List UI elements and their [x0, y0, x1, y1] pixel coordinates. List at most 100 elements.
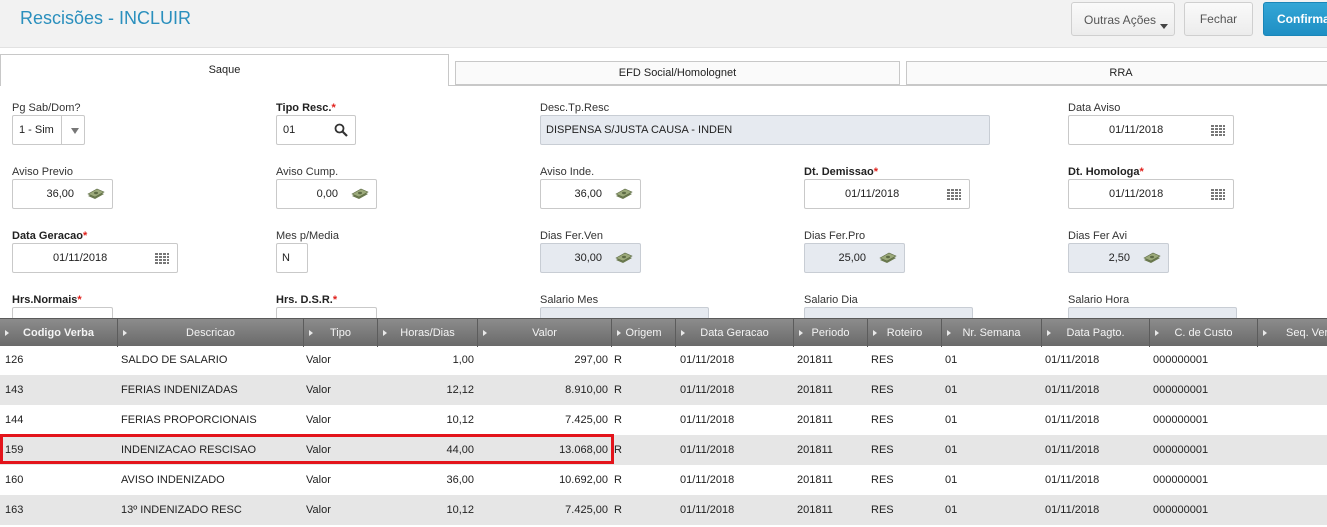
search-icon[interactable] — [334, 123, 348, 137]
tab-rra[interactable]: RRA — [906, 61, 1327, 85]
aviso-previo-value: 36,00 — [46, 188, 74, 200]
cell-data-pagto: 01/11/2018 — [1045, 444, 1100, 456]
money-icon — [615, 252, 633, 263]
table-row[interactable]: 144 FERIAS PROPORCIONAIS Valor 10,12 7.425,0… — [0, 405, 1327, 435]
required-marker: * — [82, 230, 88, 242]
col-header-seq-verba[interactable]: Seq. Verba — [1258, 319, 1327, 347]
cell-data-pagto: 01/11/2018 — [1045, 474, 1100, 486]
dias-fer-pro-field: 25,00 — [804, 243, 905, 273]
hrs-dsr-label-text: Hrs. D.S.R. — [276, 294, 333, 306]
confirmar-button[interactable]: Confirmar — [1263, 2, 1327, 36]
cell-data-pagto: 01/11/2018 — [1045, 384, 1100, 396]
dias-fer-ven-label: Dias Fer.Ven — [540, 230, 603, 242]
dias-fer-pro-value: 25,00 — [838, 252, 866, 264]
cell-horas-dias: 36,00 — [446, 474, 474, 486]
sort-arrow-icon — [1263, 330, 1267, 336]
cell-valor: 7.425,00 — [565, 504, 608, 516]
cell-nr-semana: 01 — [945, 354, 958, 366]
aviso-inde-input[interactable]: 36,00 — [540, 179, 641, 209]
cell-data-pagto: 01/11/2018 — [1045, 414, 1100, 426]
money-icon — [87, 188, 105, 199]
col-header-data-pagto[interactable]: Data Pagto. — [1042, 319, 1150, 347]
cell-origem: R — [614, 444, 622, 456]
aviso-cump-label: Aviso Cump. — [276, 166, 339, 178]
cell-nr-semana: 01 — [945, 504, 958, 516]
dt-demissao-input[interactable]: 01/11/2018 — [804, 179, 970, 209]
cell-nr-semana: 01 — [945, 474, 958, 486]
tipo-resc-input[interactable]: 01 — [276, 115, 356, 145]
tab-efd-social[interactable]: EFD Social/Homolognet — [455, 61, 900, 85]
cell-c-de-custo: 000000001 — [1153, 384, 1209, 396]
cell-periodo: 201811 — [797, 504, 833, 516]
dt-homologa-value: 01/11/2018 — [1109, 188, 1164, 200]
cell-data-pagto: 01/11/2018 — [1045, 504, 1100, 516]
fechar-button[interactable]: Fechar — [1184, 2, 1253, 36]
col-header-horas-dias[interactable]: Horas/Dias — [378, 319, 478, 347]
cell-roteiro: RES — [871, 384, 894, 396]
col-header-origem[interactable]: Origem — [612, 319, 676, 347]
aviso-previo-input[interactable]: 36,00 — [12, 179, 113, 209]
col-header-label: Nr. Semana — [962, 327, 1021, 339]
dt-demissao-label: Dt. Demissao* — [804, 166, 878, 178]
dias-fer-pro-label: Dias Fer.Pro — [804, 230, 866, 242]
data-aviso-input[interactable]: 01/11/2018 — [1068, 115, 1234, 145]
outras-acoes-button[interactable]: Outras Ações — [1071, 2, 1175, 36]
money-icon — [879, 252, 897, 263]
aviso-cump-input[interactable]: 0,00 — [276, 179, 377, 209]
mes-p-media-input[interactable]: N — [276, 243, 308, 273]
col-header-nr-semana[interactable]: Nr. Semana — [942, 319, 1042, 347]
money-icon — [1143, 252, 1161, 263]
table-row[interactable]: 163 13º INDENIZADO RESC Valor 10,12 7.425,00… — [0, 495, 1327, 525]
required-marker: * — [1139, 166, 1144, 178]
col-header-c-de-custo[interactable]: C. de Custo — [1150, 319, 1258, 347]
dt-demissao-value: 01/11/2018 — [845, 188, 900, 200]
col-header-label: Periodo — [811, 327, 850, 339]
col-header-label: Tipo — [330, 327, 351, 339]
grid-header: Codigo Verba Descricao Tipo Horas/Dias V… — [0, 318, 1327, 347]
cell-codigo-verba: 143 — [5, 384, 24, 396]
data-geracao-input[interactable]: 01/11/2018 — [12, 243, 178, 273]
cell-data-geracao: 01/11/2018 — [680, 474, 735, 486]
col-header-codigo-verba[interactable]: Codigo Verba — [0, 319, 118, 347]
table-row[interactable]: 143 FERIAS INDENIZADAS Valor 12,12 8.910,00 R… — [0, 375, 1327, 405]
cell-valor: 10.692,00 — [559, 474, 608, 486]
mes-p-media-value: N — [282, 252, 290, 264]
cell-periodo: 201811 — [797, 384, 833, 396]
dt-homologa-input[interactable]: 01/11/2018 — [1068, 179, 1234, 209]
aviso-inde-label: Aviso Inde. — [540, 166, 595, 178]
header-bar: Rescisões - INCLUIR Outras Ações Fechar … — [0, 0, 1327, 48]
col-header-tipo[interactable]: Tipo — [304, 319, 378, 347]
col-header-label: Data Pagto. — [1066, 327, 1125, 339]
tab-saque[interactable]: Saque — [0, 54, 449, 86]
cell-horas-dias: 1,00 — [452, 354, 474, 366]
col-header-label: Valor — [532, 327, 557, 339]
calendar-icon[interactable] — [1211, 125, 1225, 137]
col-header-data-geracao[interactable]: Data Geracao — [676, 319, 794, 347]
col-header-descricao[interactable]: Descricao — [118, 319, 304, 347]
cell-codigo-verba: 163 — [5, 504, 24, 516]
calendar-icon[interactable] — [1211, 189, 1225, 201]
data-aviso-label: Data Aviso — [1068, 102, 1121, 114]
table-row[interactable]: 160 AVISO INDENIZADO Valor 36,00 10.692,00 R 0… — [0, 465, 1327, 495]
required-marker: * — [873, 166, 878, 178]
cell-tipo: Valor — [306, 504, 331, 516]
col-header-periodo[interactable]: Periodo — [794, 319, 868, 347]
sort-arrow-icon — [873, 330, 877, 336]
pg-sab-dom-select[interactable]: 1 - Sim — [12, 115, 85, 145]
col-header-roteiro[interactable]: Roteiro — [868, 319, 942, 347]
table-row[interactable]: 126 SALDO DE SALARIO Valor 1,00 297,00 R 01/11… — [0, 345, 1327, 375]
col-header-valor[interactable]: Valor — [478, 319, 612, 347]
cell-origem: R — [614, 384, 622, 396]
cell-descricao: AVISO INDENIZADO — [121, 474, 225, 486]
cell-periodo: 201811 — [797, 444, 833, 456]
cell-codigo-verba: 144 — [5, 414, 24, 426]
cell-periodo: 201811 — [797, 474, 833, 486]
calendar-icon[interactable] — [947, 189, 961, 201]
cell-periodo: 201811 — [797, 414, 833, 426]
cell-valor: 8.910,00 — [565, 384, 608, 396]
calendar-icon[interactable] — [155, 253, 169, 265]
dias-fer-avi-value: 2,50 — [1108, 252, 1130, 264]
cell-c-de-custo: 000000001 — [1153, 354, 1209, 366]
sort-arrow-icon — [1155, 330, 1159, 336]
tipo-resc-value: 01 — [283, 124, 296, 136]
